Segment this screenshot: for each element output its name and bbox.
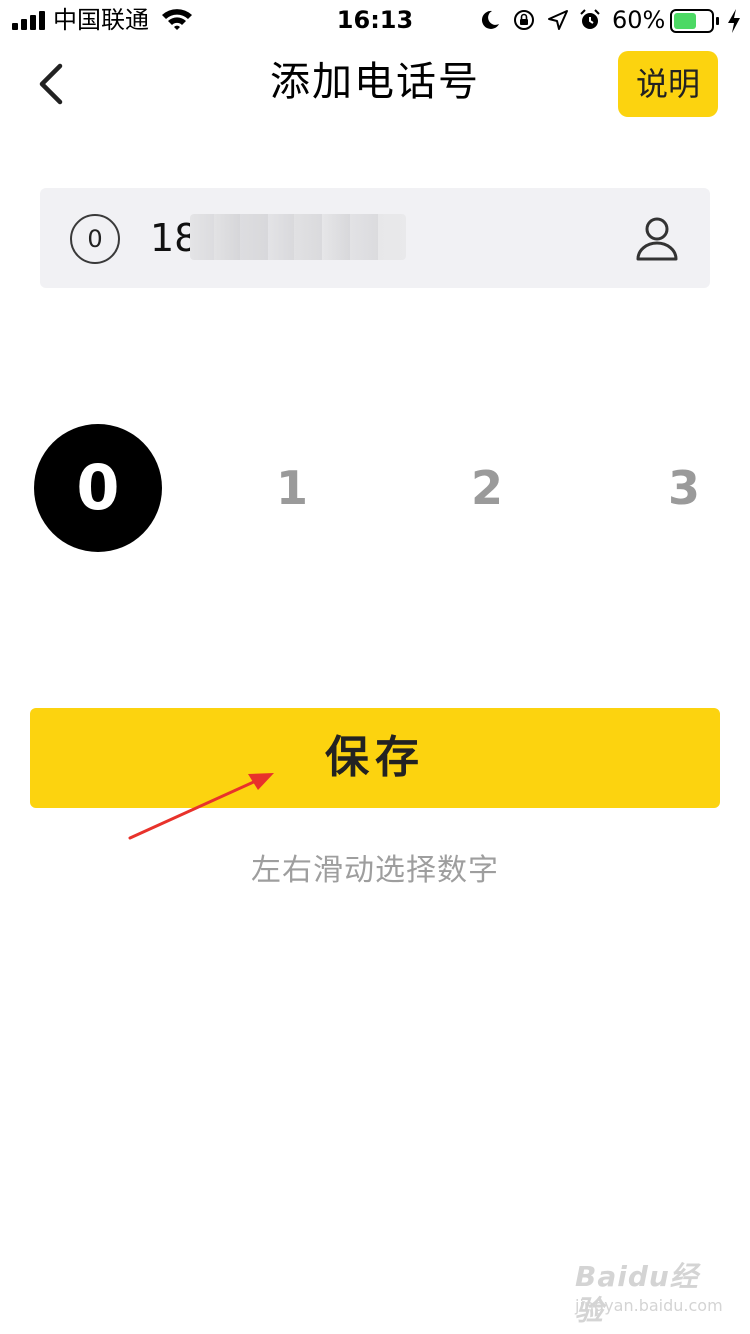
location-icon bbox=[548, 10, 568, 30]
help-button[interactable]: 说明 bbox=[618, 51, 718, 117]
digit-picker[interactable]: 0 1 2 3 bbox=[0, 424, 750, 554]
phone-input[interactable]: 0 18 bbox=[40, 188, 710, 288]
redacted-number bbox=[190, 214, 406, 260]
digit-selected[interactable]: 0 bbox=[34, 424, 162, 552]
digit-option[interactable]: 2 bbox=[457, 424, 517, 552]
alarm-icon bbox=[580, 9, 600, 29]
digit-option[interactable]: 1 bbox=[262, 424, 322, 552]
battery-percent: 60% bbox=[612, 6, 666, 34]
annotation-arrow-icon bbox=[128, 773, 274, 840]
baidu-watermark: Baidu经验 jingyan.baidu.com bbox=[575, 1260, 725, 1327]
watermark-url: jingyan.baidu.com bbox=[575, 1296, 723, 1315]
person-icon[interactable] bbox=[632, 213, 682, 263]
battery-icon bbox=[670, 9, 719, 33]
digit-option[interactable]: 3 bbox=[654, 424, 714, 552]
moon-icon bbox=[481, 10, 499, 29]
swipe-hint: 左右滑动选择数字 bbox=[251, 853, 499, 888]
rotation-lock-icon bbox=[514, 10, 534, 30]
country-prefix[interactable]: 0 bbox=[70, 214, 120, 264]
charging-icon bbox=[728, 9, 740, 33]
status-bar: 中国联通 16:13 60% bbox=[0, 0, 750, 40]
watermark-logo: Baidu经验 bbox=[575, 1260, 699, 1327]
